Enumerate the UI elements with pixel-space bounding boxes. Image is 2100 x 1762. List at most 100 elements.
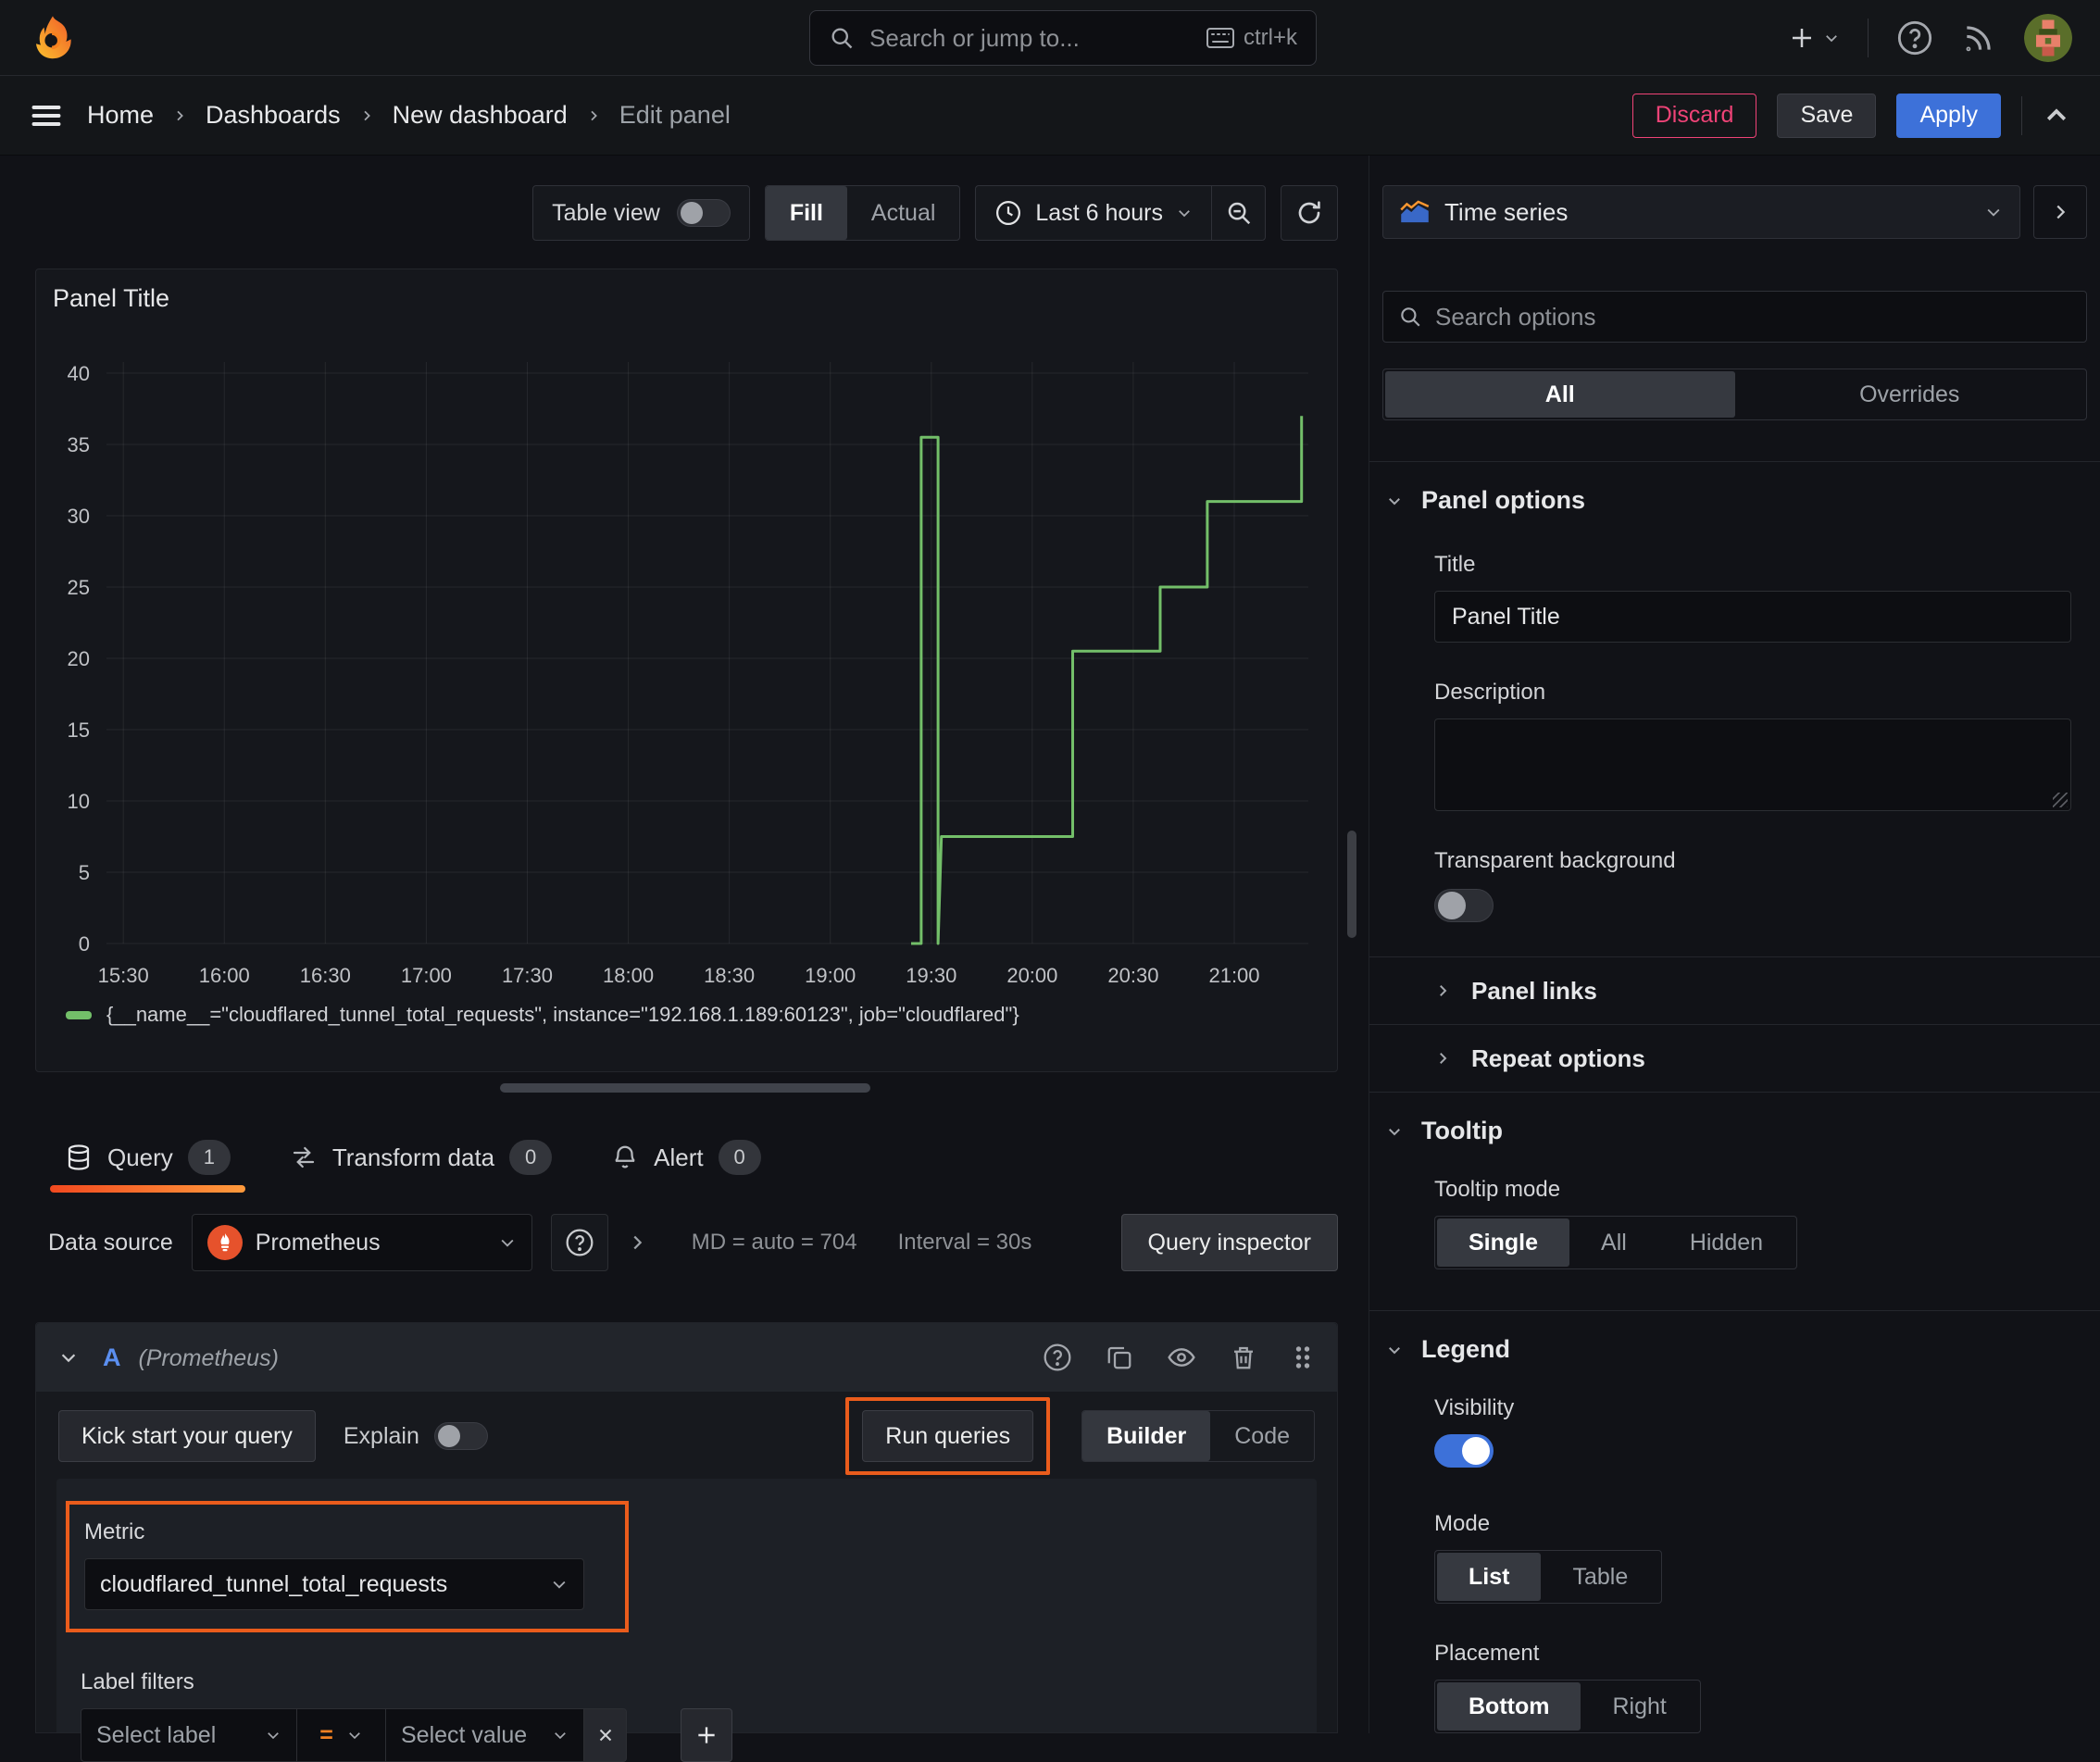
code-option[interactable]: Code	[1210, 1411, 1314, 1461]
actual-option[interactable]: Actual	[847, 186, 959, 240]
breadcrumb-new-dashboard[interactable]: New dashboard	[393, 101, 568, 130]
table-view-toggle[interactable]	[676, 199, 731, 227]
panel-links-section[interactable]: Panel links	[1369, 957, 2100, 1024]
datasource-help-button[interactable]	[550, 1214, 608, 1271]
add-new-button[interactable]	[1788, 24, 1840, 52]
keyboard-icon	[1206, 28, 1234, 48]
legend-mode-list[interactable]: List	[1437, 1553, 1542, 1601]
tab-query[interactable]: Query 1	[50, 1122, 245, 1193]
fill-actual-segment: Fill Actual	[764, 185, 961, 241]
zoom-out-button[interactable]	[1211, 186, 1265, 240]
repeat-options-section[interactable]: Repeat options	[1369, 1025, 2100, 1092]
query-toolbar: Kick start your query Explain Run querie…	[36, 1392, 1337, 1479]
run-queries-button[interactable]: Run queries	[862, 1410, 1034, 1462]
options-search[interactable]	[1382, 291, 2087, 343]
visualization-select[interactable]: Time series	[1382, 185, 2020, 239]
clock-icon	[994, 199, 1022, 227]
panel-title-input[interactable]	[1434, 591, 2071, 643]
breadcrumb-bar: Home Dashboards New dashboard Edit panel…	[0, 76, 2100, 156]
description-label: Description	[1434, 680, 1546, 705]
save-button[interactable]: Save	[1777, 93, 1877, 138]
select-label-dropdown[interactable]: Select label	[81, 1708, 297, 1762]
chevron-right-icon	[359, 108, 374, 123]
breadcrumb-dashboards[interactable]: Dashboards	[206, 101, 341, 130]
builder-option[interactable]: Builder	[1082, 1411, 1211, 1461]
legend-section[interactable]: Legend	[1369, 1311, 2100, 1364]
apply-button[interactable]: Apply	[1896, 93, 2001, 138]
kick-start-query-button[interactable]: Kick start your query	[58, 1410, 316, 1462]
expand-stats-icon[interactable]	[627, 1232, 647, 1253]
global-search[interactable]: ctrl+k	[809, 10, 1317, 66]
explain-label: Explain	[343, 1422, 419, 1449]
legend-series-label[interactable]: {__name__="cloudflared_tunnel_total_requ…	[106, 1003, 1019, 1027]
chevron-up-icon[interactable]	[2043, 102, 2070, 130]
tooltip-hidden-option[interactable]: Hidden	[1658, 1218, 1794, 1267]
datasource-select[interactable]: Prometheus	[191, 1214, 532, 1271]
metric-highlight: Metric cloudflared_tunnel_total_requests	[66, 1501, 629, 1632]
query-inspector-button[interactable]: Query inspector	[1120, 1214, 1338, 1271]
discard-button[interactable]: Discard	[1631, 93, 1757, 138]
delete-query-icon[interactable]	[1230, 1343, 1257, 1371]
svg-text:35: 35	[68, 433, 90, 456]
transparent-background-toggle[interactable]	[1434, 889, 1494, 922]
tab-transform-data[interactable]: Transform data 0	[290, 1122, 553, 1193]
tooltip-section[interactable]: Tooltip	[1369, 1093, 2100, 1145]
chart-panel[interactable]: Panel Title 15:30 16:00 16:30 17:00 17:30 18:…	[35, 269, 1338, 1072]
breadcrumb-home[interactable]: Home	[87, 101, 154, 130]
svg-text:15:30: 15:30	[98, 964, 149, 987]
svg-text:17:30: 17:30	[502, 964, 553, 987]
search-input[interactable]	[869, 23, 1192, 53]
add-filter-button[interactable]	[681, 1708, 732, 1762]
query-editor-card: A (Prometheus) Kick start your query Exp…	[35, 1322, 1338, 1762]
legend-visibility-toggle[interactable]	[1434, 1434, 1494, 1468]
refresh-icon	[1294, 198, 1324, 228]
query-tabs: Query 1 Transform data 0 Alert 0	[35, 1122, 761, 1193]
legend-placement-bottom[interactable]: Bottom	[1437, 1682, 1581, 1731]
chart-svg: 15:30 16:00 16:30 17:00 17:30 18:00 18:30 19:00…	[68, 362, 1308, 987]
options-search-input[interactable]	[1435, 302, 2071, 331]
actions-divider	[2021, 95, 2022, 135]
timeseries-viz-icon	[1400, 200, 1430, 224]
legend-mode-segment: List Table	[1434, 1550, 1663, 1604]
overrides-tab[interactable]: Overrides	[1735, 371, 2085, 418]
tooltip-single-option[interactable]: Single	[1437, 1218, 1570, 1267]
help-icon[interactable]	[1896, 19, 1933, 56]
description-textarea[interactable]	[1434, 719, 2071, 811]
legend-mode-table[interactable]: Table	[1541, 1553, 1659, 1601]
chart-legend[interactable]: {__name__="cloudflared_tunnel_total_requ…	[66, 1003, 1019, 1027]
time-range-picker[interactable]: Last 6 hours	[976, 199, 1211, 227]
svg-text:19:00: 19:00	[805, 964, 856, 987]
collapse-options-button[interactable]	[2033, 185, 2087, 239]
operator-dropdown[interactable]: =	[297, 1708, 386, 1762]
fill-option[interactable]: Fill	[765, 186, 847, 240]
user-avatar[interactable]	[2024, 13, 2072, 62]
explain-toggle[interactable]	[433, 1422, 488, 1450]
legend-placement-right[interactable]: Right	[1581, 1682, 1697, 1731]
query-row-header[interactable]: A (Prometheus)	[36, 1323, 1337, 1392]
grafana-logo[interactable]	[28, 13, 78, 63]
scrollbar-thumb[interactable]	[1347, 831, 1356, 938]
prometheus-icon	[206, 1225, 243, 1260]
tooltip-all-option[interactable]: All	[1569, 1218, 1658, 1267]
tab-alert[interactable]: Alert 0	[611, 1122, 761, 1193]
menu-icon[interactable]	[30, 99, 63, 132]
topbar-divider	[1868, 18, 1869, 57]
chevron-down-icon	[265, 1727, 281, 1743]
remove-filter-button[interactable]	[584, 1708, 627, 1762]
chevron-down-icon[interactable]	[58, 1347, 79, 1368]
panel-options-section[interactable]: Panel options	[1369, 462, 2100, 515]
resize-handle-icon[interactable]	[2053, 793, 2068, 807]
duplicate-query-icon[interactable]	[1106, 1343, 1133, 1371]
metric-select[interactable]: cloudflared_tunnel_total_requests	[84, 1558, 584, 1610]
panel-view-toolbar: Table view Fill Actual Last 6 hours	[532, 185, 1338, 241]
panel-resize-handle[interactable]	[500, 1083, 870, 1093]
refresh-button[interactable]	[1281, 185, 1338, 241]
query-help-icon[interactable]	[1043, 1343, 1072, 1372]
svg-text:17:00: 17:00	[401, 964, 452, 987]
all-tab[interactable]: All	[1385, 371, 1735, 418]
select-value-dropdown[interactable]: Select value	[386, 1708, 584, 1762]
toggle-visibility-icon[interactable]	[1167, 1343, 1196, 1372]
drag-handle-icon[interactable]	[1291, 1343, 1315, 1371]
news-icon[interactable]	[1961, 20, 1996, 56]
chevron-right-icon	[586, 108, 601, 123]
